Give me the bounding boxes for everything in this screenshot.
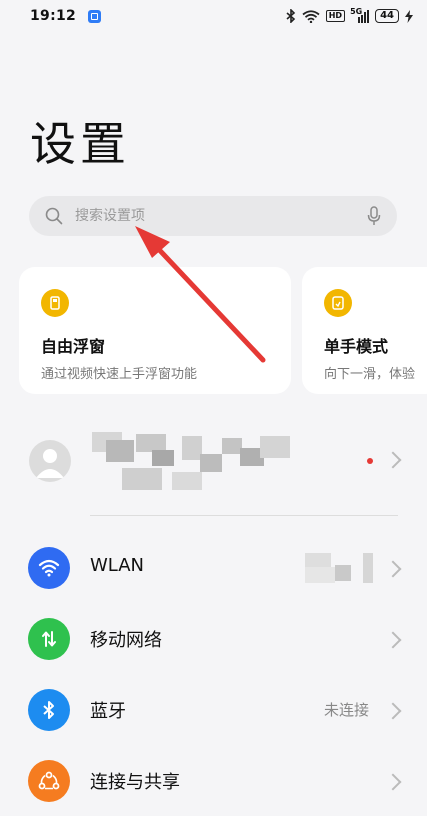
search-input[interactable] (73, 207, 367, 225)
floating-window-icon (41, 289, 69, 317)
chevron-right-icon (384, 631, 402, 649)
bluetooth-status: 未连接 (323, 701, 369, 719)
settings-item-label: 移动网络 (90, 630, 162, 651)
bluetooth-icon (28, 689, 70, 731)
card-title: 自由浮窗 (41, 337, 106, 356)
avatar (29, 440, 71, 482)
settings-item-label: 蓝牙 (90, 701, 126, 722)
settings-item-wlan[interactable]: WLAN (0, 533, 427, 603)
microphone-icon[interactable] (367, 206, 381, 226)
connection-sharing-icon (28, 760, 70, 802)
status-time: 19:12 (30, 8, 77, 24)
settings-item-mobile-network[interactable]: 移动网络 (0, 604, 427, 674)
redacted-network-name (305, 551, 375, 583)
chevron-right-icon (384, 560, 402, 578)
mobile-data-icon (28, 618, 70, 660)
card-title: 单手模式 (324, 337, 389, 356)
settings-item-connection-sharing[interactable]: 连接与共享 (0, 746, 427, 816)
settings-item-bluetooth[interactable]: 蓝牙 未连接 (0, 675, 427, 745)
settings-item-label: WLAN (90, 555, 145, 576)
chevron-right-icon (384, 451, 402, 469)
status-icons: HD 5G 44 (286, 6, 413, 23)
notification-dot (367, 458, 373, 464)
settings-item-label: 连接与共享 (90, 772, 180, 793)
notification-app-icon (88, 9, 102, 23)
bluetooth-status-icon (286, 9, 295, 23)
card-one-hand-mode[interactable]: 单手模式 向下一滑，体验 (302, 267, 427, 394)
divider (90, 515, 398, 516)
search-bar[interactable] (29, 196, 397, 236)
card-description: 通过视频快速上手浮窗功能 (41, 367, 198, 382)
chevron-right-icon (384, 773, 402, 791)
battery-indicator: 44 (375, 9, 399, 23)
account-row[interactable] (0, 412, 427, 512)
card-floating-window[interactable]: 自由浮窗 通过视频快速上手浮窗功能 (19, 267, 291, 394)
cellular-signal-icon: 5G (350, 6, 370, 23)
status-bar: 19:12 HD 5G 44 (0, 0, 427, 32)
redacted-account-name (92, 432, 292, 494)
wifi-icon (28, 547, 70, 589)
search-icon (45, 207, 63, 225)
card-description: 向下一滑，体验 (324, 367, 416, 382)
wifi-status-icon (302, 9, 320, 23)
charging-icon (405, 9, 413, 23)
network-type-label: 5G (350, 6, 363, 16)
hd-voice-badge: HD (325, 10, 346, 22)
one-hand-icon (324, 289, 352, 317)
chevron-right-icon (384, 702, 402, 720)
page-title: 设置 (30, 117, 130, 171)
